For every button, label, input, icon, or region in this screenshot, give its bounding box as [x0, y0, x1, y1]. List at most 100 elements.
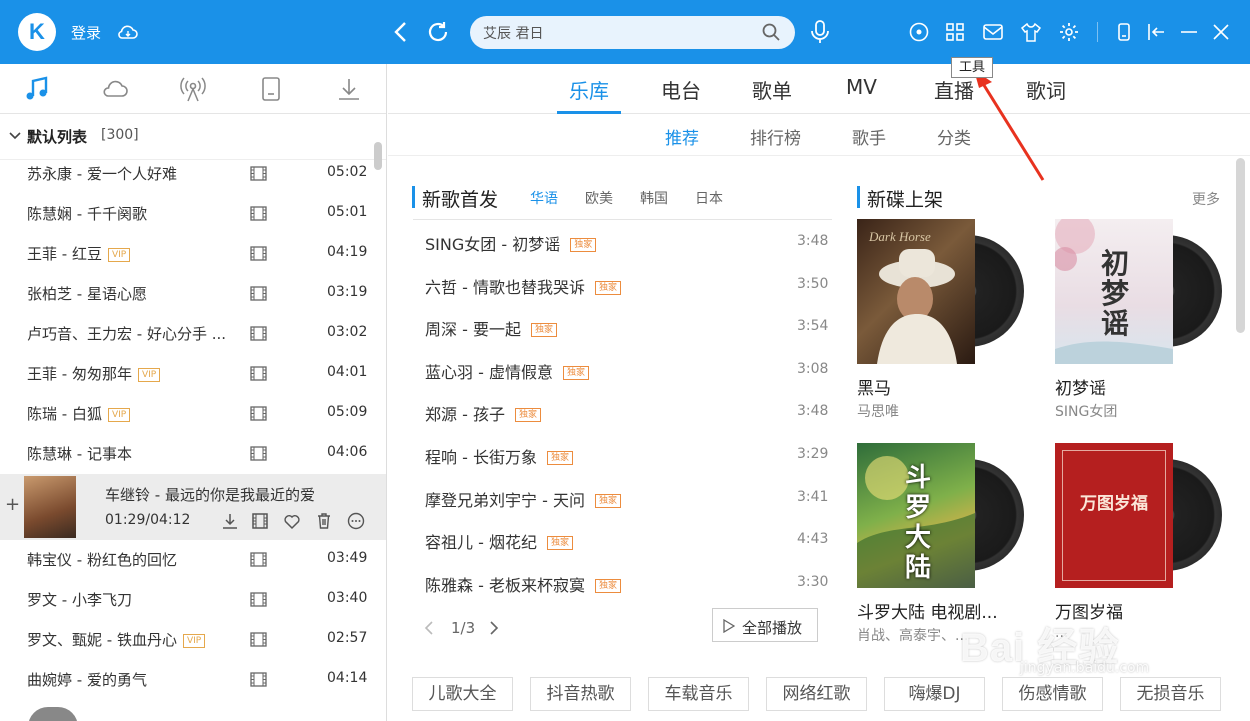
album-artist[interactable]: SING女团: [1055, 401, 1117, 421]
song-row[interactable]: 张柏芝 - 星语心愿 03:19: [0, 274, 386, 314]
mail-icon[interactable]: [982, 21, 1004, 43]
filter-western[interactable]: 欧美: [585, 188, 613, 208]
cloud-icon[interactable]: [116, 20, 140, 44]
subtab-recommended[interactable]: 推荐: [665, 124, 699, 149]
filter-chinese[interactable]: 华语: [530, 188, 558, 208]
subtab-categories[interactable]: 分类: [937, 124, 971, 149]
mv-icon[interactable]: [250, 326, 267, 341]
search-box[interactable]: 艾辰 君日: [470, 16, 795, 49]
category-chip[interactable]: 无损音乐: [1120, 677, 1221, 711]
new-song-name[interactable]: 周深 - 要一起 独家: [425, 316, 557, 340]
chevron-down-icon[interactable]: [9, 131, 21, 141]
phone-icon[interactable]: [1113, 21, 1135, 43]
song-row[interactable]: 王菲 - 匆匆那年 VIP 04:01: [0, 354, 386, 394]
category-chip[interactable]: 嗨爆DJ: [884, 677, 985, 711]
filter-japanese[interactable]: 日本: [695, 188, 723, 208]
mv-icon[interactable]: [250, 406, 267, 421]
tab-radio[interactable]: 电台: [661, 75, 701, 104]
cloud-icon[interactable]: [101, 76, 129, 102]
apps-icon[interactable]: [944, 21, 966, 43]
song-name: 罗文、甄妮 - 铁血丹心 VIP: [27, 629, 206, 650]
login-link[interactable]: 登录: [71, 22, 101, 43]
tab-mv[interactable]: MV: [846, 75, 877, 99]
mv-icon[interactable]: [250, 446, 267, 461]
close-icon[interactable]: [1210, 21, 1232, 43]
mv-icon[interactable]: [250, 632, 267, 647]
new-song-name[interactable]: 容祖儿 - 烟花纪 独家: [425, 529, 573, 553]
mv-icon[interactable]: [251, 512, 269, 530]
disc-icon[interactable]: [908, 21, 930, 43]
category-chip[interactable]: 车载音乐: [648, 677, 749, 711]
new-song-duration: 3:29: [797, 446, 829, 462]
download-icon[interactable]: [335, 76, 363, 102]
song-row[interactable]: 韩宝仪 - 粉红色的回忆 03:49: [0, 540, 386, 580]
new-song-name[interactable]: 蓝心羽 - 虚情假意 独家: [425, 359, 589, 383]
play-all-button[interactable]: 全部播放: [712, 608, 818, 642]
mv-icon[interactable]: [250, 592, 267, 607]
tab-playlists[interactable]: 歌单: [752, 75, 792, 104]
category-chip[interactable]: 网络红歌: [766, 677, 867, 711]
tab-lyrics[interactable]: 歌词: [1026, 75, 1066, 104]
new-song-name[interactable]: 程响 - 长街万象 独家: [425, 444, 573, 468]
skin-icon[interactable]: [1020, 21, 1042, 43]
category-chip[interactable]: 伤感情歌: [1002, 677, 1103, 711]
song-row[interactable]: 陈慧琳 - 记事本 04:06: [0, 434, 386, 474]
filter-korean[interactable]: 韩国: [640, 188, 668, 208]
music-note-icon[interactable]: [23, 76, 51, 102]
more-icon[interactable]: [347, 512, 365, 530]
now-playing-row[interactable]: + 车继铃 - 最远的你是我最近的爱 01:29/04:12: [0, 474, 386, 540]
new-song-name[interactable]: 陈雅森 - 老板来杯寂寞 独家: [425, 572, 621, 596]
album-artist[interactable]: 肖战、高泰宇、...: [857, 625, 968, 645]
song-row[interactable]: 陈瑞 - 白狐 VIP 05:09: [0, 394, 386, 434]
subtab-charts[interactable]: 排行榜: [750, 124, 801, 149]
main-scrollbar[interactable]: [1236, 158, 1245, 333]
mv-icon[interactable]: [250, 246, 267, 261]
song-row[interactable]: 王菲 - 红豆 VIP 04:19: [0, 234, 386, 274]
mv-icon[interactable]: [250, 366, 267, 381]
device-icon[interactable]: [257, 76, 285, 102]
more-link[interactable]: 更多: [1192, 189, 1220, 209]
delete-icon[interactable]: [315, 512, 333, 530]
back-icon[interactable]: [391, 20, 411, 44]
user-avatar[interactable]: [28, 707, 78, 721]
kugou-logo[interactable]: K: [18, 13, 56, 51]
song-row[interactable]: 卢巧音、王力宏 - 好心分手 ... 03:02: [0, 314, 386, 354]
mv-icon[interactable]: [250, 286, 267, 301]
mv-icon[interactable]: [250, 672, 267, 687]
song-row[interactable]: 罗文、甄妮 - 铁血丹心 VIP 02:57: [0, 620, 386, 660]
subtab-singers[interactable]: 歌手: [852, 124, 886, 149]
heart-icon[interactable]: [283, 512, 301, 530]
song-list: 苏永康 - 爱一个人好难 05:02 陈慧娴 - 千千阕歌 05:01 王菲 - 红豆 V…: [0, 154, 386, 700]
mv-icon[interactable]: [250, 206, 267, 221]
search-input[interactable]: 艾辰 君日: [483, 23, 543, 43]
mv-icon[interactable]: [250, 552, 267, 567]
download-icon[interactable]: [221, 512, 239, 530]
album-artist[interactable]: 马思唯: [857, 401, 899, 421]
album-title[interactable]: 初梦谣: [1055, 374, 1106, 399]
sidebar-toggle-icon[interactable]: [1145, 21, 1167, 43]
add-icon[interactable]: +: [5, 494, 20, 515]
search-icon[interactable]: [761, 22, 781, 42]
prev-page-icon[interactable]: [424, 621, 434, 635]
album-title[interactable]: 黑马: [857, 374, 891, 399]
tab-live[interactable]: 直播: [934, 75, 974, 104]
settings-icon[interactable]: [1058, 21, 1080, 43]
new-song-name[interactable]: SING女团 - 初梦谣 独家: [425, 231, 597, 255]
song-duration: 03:02: [327, 324, 368, 340]
new-song-name[interactable]: 郑源 - 孩子 独家: [425, 401, 541, 425]
next-page-icon[interactable]: [489, 621, 499, 635]
new-song-name[interactable]: 六哲 - 情歌也替我哭诉 独家: [425, 274, 621, 298]
song-row[interactable]: 陈慧娴 - 千千阕歌 05:01: [0, 194, 386, 234]
song-row[interactable]: 罗文 - 小李飞刀 03:40: [0, 580, 386, 620]
mv-icon[interactable]: [250, 166, 267, 181]
radio-icon[interactable]: [179, 76, 207, 102]
song-row[interactable]: 苏永康 - 爱一个人好难 05:02: [0, 154, 386, 194]
refresh-icon[interactable]: [426, 20, 450, 44]
category-chip[interactable]: 儿歌大全: [412, 677, 513, 711]
minimize-icon[interactable]: [1178, 21, 1200, 43]
mic-icon[interactable]: [809, 19, 831, 45]
tab-library[interactable]: 乐库: [569, 75, 609, 104]
category-chip[interactable]: 抖音热歌: [530, 677, 631, 711]
new-song-name[interactable]: 摩登兄弟刘宇宁 - 天问 独家: [425, 487, 621, 511]
song-row[interactable]: 曲婉婷 - 爱的勇气 04:14: [0, 660, 386, 700]
